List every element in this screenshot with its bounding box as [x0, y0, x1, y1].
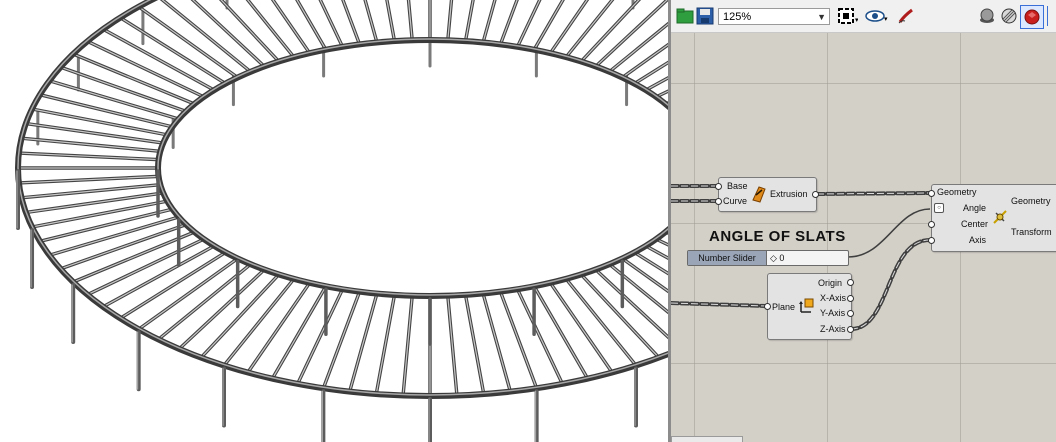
rotate-input-axis: Axis [969, 235, 987, 245]
plane-output-y-axis: Y-Axis [820, 308, 846, 318]
slat-highlight [565, 0, 613, 58]
slat-highlight [402, 295, 413, 397]
slat-highlight [138, 257, 239, 330]
plane-input-plane: Plane [772, 302, 796, 312]
slat [498, 0, 519, 47]
slat-highlight [119, 251, 227, 319]
slat [245, 0, 296, 59]
slider-value-text: 0 [779, 253, 785, 263]
slat-highlight [499, 0, 518, 45]
slat-highlight [608, 23, 668, 73]
plane-output-z-axis: Z-Axis [820, 324, 846, 334]
slat [607, 21, 668, 74]
rotate-input-center: Center [961, 219, 989, 229]
slat [218, 0, 281, 64]
slat-highlight [119, 17, 227, 85]
plane-x-axis-port[interactable] [847, 295, 854, 302]
slat-highlight [86, 40, 205, 98]
slat-highlight [375, 294, 396, 395]
plane-output-x-axis: X-Axis [820, 293, 847, 303]
extrude-input-curve: Curve [723, 196, 748, 206]
slat [341, 0, 362, 47]
slat [385, 0, 397, 43]
rotate-geometry-port[interactable] [928, 190, 935, 197]
plane-y-axis-port[interactable] [847, 310, 854, 317]
slat [363, 0, 379, 45]
slat-highlight [102, 245, 215, 308]
plane-origin-port[interactable] [847, 279, 854, 286]
wireframe-icon[interactable] [999, 6, 1019, 26]
slat [564, 0, 615, 59]
extrude-input-base: Base [727, 181, 748, 191]
zoom-fit-icon[interactable]: ▾ [836, 6, 859, 26]
chevron-down-icon: ▼ [817, 12, 826, 22]
slat-highlight [102, 28, 215, 91]
slat-highlight [220, 0, 280, 63]
rhino-viewport[interactable] [0, 0, 668, 442]
wire-zaxis-axis [849, 238, 932, 331]
slat-highlight [482, 0, 496, 44]
slat [579, 0, 642, 64]
extrude-base-port[interactable] [715, 183, 722, 190]
rotate-output-geometry: Geometry [1011, 196, 1051, 206]
angle-degrees-flag-icon: ○ [934, 203, 944, 213]
rotate-input-angle: Angle [963, 203, 987, 213]
extrude-output-extrusion: Extrusion [770, 189, 808, 199]
toolbar-overflow[interactable] [1047, 6, 1056, 26]
slat [481, 0, 497, 45]
sketch-pen-icon[interactable] [896, 6, 916, 26]
grasshopper-canvas[interactable]: ANGLE OF SLATS Number Slider ◇ 0 Base Cu… [671, 33, 1056, 442]
slat-highlight [86, 238, 205, 296]
save-file-icon[interactable] [695, 6, 715, 26]
annotation-angle-of-slats: ANGLE OF SLATS [709, 228, 846, 245]
render-cube-icon[interactable] [1020, 5, 1044, 29]
slat-highlight [580, 0, 640, 63]
open-file-icon[interactable] [675, 6, 695, 26]
slat-highlight [296, 288, 344, 385]
grasshopper-window: 125% ▼ ▾ ▾ ANGLE OF SLATS Number Slider … [671, 0, 1056, 442]
slat-highlight [464, 294, 485, 395]
number-slider[interactable]: Number Slider ◇ 0 [687, 250, 849, 266]
pergola-3d-model [15, 0, 668, 442]
extrude-extrusion-port[interactable] [812, 191, 819, 198]
wire-slider-angle [847, 208, 931, 258]
plane-icon [798, 298, 814, 316]
slat [463, 0, 475, 43]
construct-plane-component[interactable]: Plane Origin X-Axis Y-Axis Z-Axis [767, 273, 852, 340]
slider-name: Number Slider [688, 251, 767, 265]
rotate-center-port[interactable] [928, 221, 935, 228]
svg-text:▾: ▾ [884, 16, 888, 23]
slat-highlight [516, 288, 564, 385]
slat-highlight [342, 0, 361, 45]
extrude-curve-port[interactable] [715, 198, 722, 205]
slat-highlight [247, 0, 295, 58]
slat-highlight [18, 152, 160, 161]
svg-text:▾: ▾ [855, 17, 858, 24]
preview-sphere-icon[interactable] [977, 6, 997, 26]
plane-input-port[interactable] [764, 303, 771, 310]
zoom-value: 125% [723, 11, 752, 23]
rotate-component[interactable]: Geometry Angle Center Axis Geometry Tran… [931, 184, 1056, 252]
grasshopper-toolbar: 125% ▼ ▾ ▾ [671, 0, 1056, 33]
extrude-icon [750, 184, 768, 206]
slat-highlight [138, 6, 239, 79]
plane-output-origin: Origin [818, 278, 843, 288]
canvas-bottom-tab[interactable] [671, 436, 743, 442]
zoom-level-dropdown[interactable]: 125% ▼ [718, 8, 830, 25]
preview-eye-icon[interactable]: ▾ [865, 6, 888, 26]
extrude-component[interactable]: Base Curve Extrusion [718, 177, 817, 212]
slat-highlight [18, 175, 160, 184]
slider-value[interactable]: ◇ 0 [770, 251, 784, 265]
slat-highlight [447, 295, 458, 397]
rotate-icon [991, 208, 1009, 228]
rotate-axis-port[interactable] [928, 237, 935, 244]
slat-highlight [364, 0, 378, 44]
rotate-output-transform: Transform [1011, 227, 1052, 237]
rotate-input-geometry: Geometry [937, 187, 977, 197]
inner-beam-highlight [157, 38, 668, 296]
plane-z-axis-port[interactable] [847, 326, 854, 333]
